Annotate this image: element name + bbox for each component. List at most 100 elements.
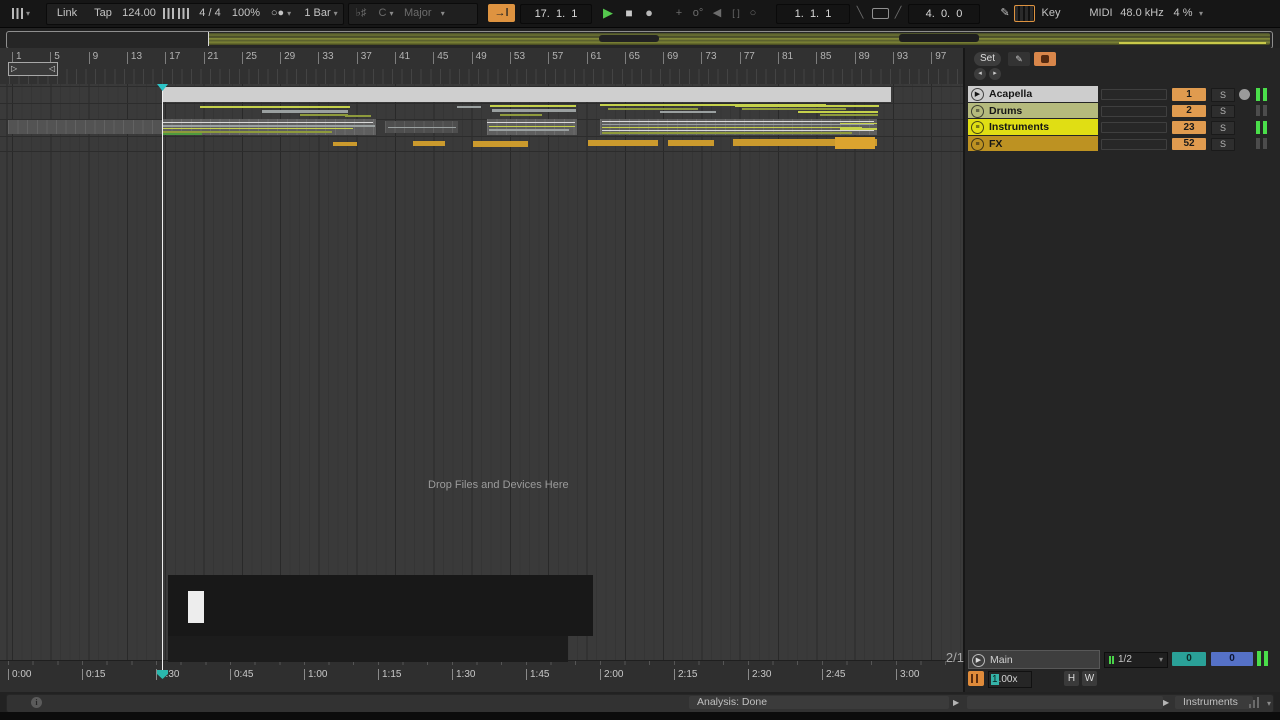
clip-segment[interactable] (345, 115, 371, 117)
clip-segment[interactable] (608, 108, 698, 110)
track-header-fx[interactable]: ≡ FX (968, 136, 1098, 151)
expand-triangle-icon[interactable]: ▶ (1163, 698, 1169, 707)
automation-arm-icon[interactable]: o° (690, 3, 706, 23)
clip-segment[interactable] (668, 140, 714, 146)
cpu-caret-icon[interactable]: ▾ (1196, 3, 1206, 23)
tempo-field[interactable]: 124.00 (118, 3, 160, 23)
io-number-field[interactable]: 2 (1172, 105, 1206, 117)
io-number-field[interactable]: 1 (1172, 88, 1206, 101)
info-icon[interactable]: i (31, 697, 42, 708)
io-box[interactable] (1101, 139, 1167, 150)
stop-button[interactable]: ■ (621, 3, 637, 23)
metronome-button[interactable]: ○● ▾ (264, 3, 298, 23)
key-map-button[interactable]: Key (1038, 3, 1064, 23)
new-button[interactable]: + (672, 3, 686, 23)
prev-arrow-button[interactable]: ◂ (974, 68, 986, 80)
io-number-field[interactable]: 23 (1172, 121, 1206, 134)
expand-triangle-icon[interactable]: ▶ (953, 698, 959, 707)
loop-start-field[interactable]: 1. 1. 1 (776, 4, 850, 24)
clip-segment[interactable] (835, 137, 875, 149)
computer-midi-keyboard-icon[interactable] (1014, 5, 1035, 22)
clip-segment[interactable] (735, 105, 879, 107)
midi-map-button[interactable]: MIDI (1086, 3, 1116, 23)
bar-ruler[interactable]: 1 5 9 13 17 21 25 29 33 37 41 45 49 53 57 61 65 69 73 77 81 8… (0, 48, 963, 84)
options-bars-icon[interactable]: ▾ (8, 3, 34, 23)
main-level-field[interactable]: 0 (1211, 652, 1253, 666)
next-arrow-button[interactable]: ▸ (989, 68, 1001, 80)
lock-button[interactable] (1034, 52, 1056, 66)
optimize-height-button[interactable]: H (1064, 671, 1079, 686)
clip-segment[interactable] (300, 114, 348, 116)
arm-button[interactable] (1239, 89, 1250, 100)
clip-segment[interactable] (660, 111, 716, 113)
clip-segment[interactable] (413, 141, 445, 146)
nudge-up-icon[interactable] (177, 3, 190, 23)
solo-button[interactable]: S (1211, 138, 1235, 151)
clip-segment[interactable] (820, 114, 878, 116)
io-number-field[interactable]: 52 (1172, 138, 1206, 150)
cpu-load-field[interactable]: 4 % (1168, 3, 1198, 23)
menu-hamburger-icon[interactable] (1260, 3, 1276, 23)
solo-button[interactable]: S (1211, 105, 1235, 118)
play-button[interactable]: ▶ (600, 3, 616, 23)
groove-amount-field[interactable]: 100% (228, 3, 264, 23)
clip-segment[interactable] (500, 114, 542, 116)
loop-end-marker[interactable]: ◁ (49, 63, 55, 75)
punch-brackets-icon[interactable]: [ ] (727, 3, 745, 23)
punch-in-icon[interactable]: ╲ (854, 3, 866, 23)
track-header-instruments[interactable]: ≡ Instruments (968, 119, 1098, 135)
arrangement-position-field[interactable]: 17. 1. 1 (520, 4, 592, 24)
io-box[interactable] (1101, 106, 1167, 117)
arrangement-overview[interactable] (6, 31, 1273, 49)
solo-button[interactable]: S (1211, 121, 1235, 135)
playhead[interactable] (162, 84, 163, 672)
clip-segment[interactable] (473, 141, 528, 147)
io-box[interactable] (1101, 122, 1167, 133)
loop-length-field[interactable]: 4. 0. 0 (908, 4, 980, 24)
tap-tempo-button[interactable]: Tap (88, 3, 118, 23)
clip-segment[interactable] (490, 105, 576, 107)
follow-button[interactable]: →ǀ (488, 4, 515, 22)
clip-segment[interactable] (200, 106, 350, 108)
overview-view-edge[interactable] (208, 32, 209, 46)
loop-switch-icon[interactable] (872, 8, 889, 19)
pen-button[interactable]: ✎ (1008, 52, 1030, 66)
scale-root-menu[interactable]: C ▾ (372, 3, 400, 23)
playback-speed-field[interactable]: 1.00x (988, 671, 1032, 688)
optimize-width-button[interactable]: W (1082, 671, 1097, 686)
clip-segment[interactable] (588, 140, 658, 146)
loop-start-marker[interactable]: ▷ (11, 63, 17, 75)
io-box[interactable] (1101, 89, 1167, 100)
clip-segment[interactable] (333, 142, 357, 146)
track-header-drums[interactable]: ≡ Drums (968, 103, 1098, 118)
nudge-down-icon[interactable] (162, 3, 175, 23)
quantize-menu[interactable]: 1 Bar ▾ (300, 3, 342, 23)
loop-brace[interactable]: ▷ ◁ (8, 62, 58, 76)
cue-level-field[interactable]: 0 (1172, 652, 1206, 666)
punch-out-icon[interactable]: ╱ (892, 3, 904, 23)
clip-segment[interactable] (457, 106, 481, 108)
clip-segment[interactable] (742, 108, 846, 110)
arrangement[interactable]: Drop Files and Devices Here (0, 84, 963, 672)
detail-overlay-clip[interactable] (188, 591, 204, 623)
link-button[interactable]: Link (50, 3, 84, 23)
playback-speed-icon[interactable] (968, 671, 984, 686)
output-channel-menu[interactable]: 1/2 ▾ (1104, 652, 1168, 668)
scale-icon[interactable]: ♭♯ (352, 3, 370, 23)
clip-segment[interactable] (798, 111, 878, 113)
time-signature-field[interactable]: 4 / 4 (192, 3, 228, 23)
audio-clip[interactable] (162, 87, 891, 102)
main-track-header[interactable]: ▶ Main (968, 650, 1100, 669)
clip-block[interactable] (8, 120, 162, 134)
track-header-acapella[interactable]: ▶ Acapella (968, 86, 1098, 102)
set-button[interactable]: Set (974, 52, 1001, 66)
back-to-arrangement-icon[interactable]: ◀ (710, 3, 724, 23)
time-ruler[interactable]: 0:00 0:15 0:30 0:45 1:00 1:15 1:30 1:45 2:00 2:15… (0, 660, 963, 692)
draw-circle-icon[interactable]: ○ (746, 3, 760, 23)
clip-segment[interactable] (492, 109, 576, 112)
levels-caret-icon[interactable]: ▾ (1267, 699, 1271, 708)
levels-icon[interactable] (1249, 697, 1263, 708)
record-button[interactable]: ● (641, 3, 657, 23)
scale-name-menu[interactable]: Major ▾ (404, 3, 472, 23)
solo-button[interactable]: S (1211, 88, 1235, 102)
